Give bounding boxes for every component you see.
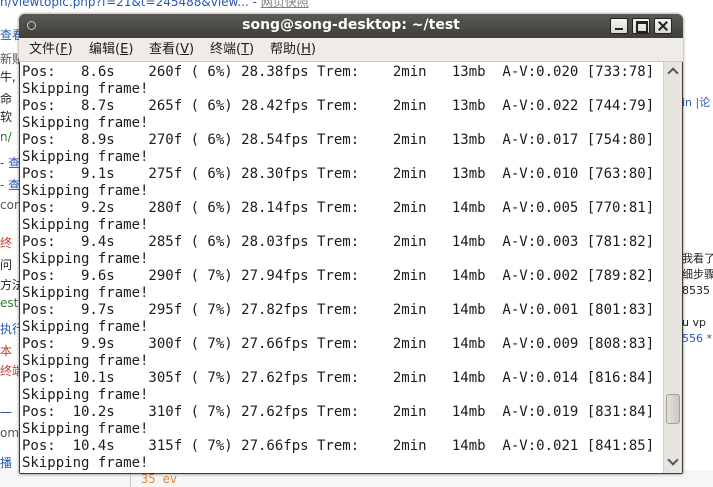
menu-file-label: 文件 (29, 42, 56, 57)
menu-help[interactable]: 帮助(H) (270, 42, 316, 57)
status-line: Pos: 9.1s 275f ( 6%) 28.30fps Trem: 2min… (22, 166, 655, 182)
terminal-output[interactable]: Pos: 8.6s 260f ( 6%) 28.38fps Trem: 2min… (20, 62, 663, 473)
background-left-fragment: 一 (0, 406, 13, 420)
background-url-bar: n/viewtopic.php?f=21&t=245488&view... - … (0, 0, 713, 10)
status-line: Pos: 9.4s 285f ( 6%) 28.03fps Trem: 2min… (22, 234, 655, 250)
status-line: Pos: 9.2s 280f ( 6%) 28.14fps Trem: 2min… (22, 200, 655, 216)
background-right-fragment: 8535 (682, 284, 710, 297)
background-left-fragment: - 查 (0, 178, 21, 192)
background-left-fragment: - 查 (0, 156, 21, 170)
status-line: Pos: 10.1s 305f ( 7%) 27.62fps Trem: 2mi… (22, 370, 655, 386)
background-left-fragment: 播 (0, 456, 13, 470)
background-left-fragment: 本 (0, 344, 13, 358)
scroll-down-arrow-icon[interactable] (667, 454, 679, 466)
skip-message-line: Skipping frame! (22, 251, 149, 267)
background-left-fragment: n/ (0, 130, 12, 144)
menu-edit-label: 编辑 (89, 42, 116, 57)
status-line: Pos: 9.7s 295f ( 7%) 27.82fps Trem: 2min… (22, 302, 655, 318)
status-line: Pos: 8.6s 260f ( 6%) 28.38fps Trem: 2min… (22, 64, 655, 80)
background-left-fragment: 牛, (0, 70, 16, 84)
background-left-fragment: 问 (0, 258, 13, 272)
background-left-fragment: 命 (0, 92, 13, 106)
maximize-button[interactable] (632, 18, 650, 34)
background-left-fragment: om (0, 426, 20, 440)
menu-view-key: V (180, 42, 189, 57)
menu-edit[interactable]: 编辑(E) (89, 42, 133, 57)
title-bar[interactable]: song@song-desktop: ~/test (19, 14, 683, 38)
menu-view-label: 查看 (149, 42, 176, 57)
background-url-separator: - (248, 0, 261, 9)
status-line: Pos: 8.9s 270f ( 6%) 28.54fps Trem: 2min… (22, 132, 655, 148)
skip-message-line: Skipping frame! (22, 353, 149, 369)
window-title: song@song-desktop: ~/test (242, 17, 460, 33)
background-right-fragment: in |论 (682, 96, 711, 109)
skip-message-line: Skipping frame! (22, 387, 149, 403)
status-line: Pos: 10.2s 310f ( 7%) 27.62fps Trem: 2mi… (22, 404, 655, 420)
skip-message-line: Skipping frame! (22, 81, 149, 97)
background-right-fragment: u vp (682, 316, 706, 329)
close-button[interactable] (654, 18, 672, 34)
skip-message-line: Skipping frame! (22, 217, 149, 233)
background-cache-link[interactable]: 网页快照 (261, 0, 309, 9)
vertical-scrollbar[interactable] (663, 62, 682, 473)
background-right-fragment: 556 * (682, 332, 712, 345)
status-line: Pos: 10.4s 315f ( 7%) 27.66fps Trem: 2mi… (22, 438, 655, 454)
background-count: 35 ev (141, 472, 178, 486)
scroll-thumb[interactable] (666, 394, 680, 424)
skip-message-line: Skipping frame! (22, 115, 149, 131)
menu-view[interactable]: 查看(V) (149, 42, 194, 57)
terminal-window: song@song-desktop: ~/test 文件(F) 编辑(E) 查看… (19, 14, 683, 474)
skip-message-line: Skipping frame! (22, 285, 149, 301)
scroll-up-arrow-icon[interactable] (667, 67, 679, 79)
menu-bar: 文件(F) 编辑(E) 查看(V) 终端(T) 帮助(H) (19, 38, 683, 62)
menu-file[interactable]: 文件(F) (29, 42, 73, 57)
background-right-fragment: 我看了 (682, 252, 713, 265)
minimize-button[interactable] (610, 18, 628, 34)
background-url: n/viewtopic.php?f=21&t=245488&view... (0, 0, 249, 9)
skip-message-line: Skipping frame! (22, 183, 149, 199)
skip-message-line: Skipping frame! (22, 421, 149, 437)
status-line: Pos: 8.7s 265f ( 6%) 28.42fps Trem: 2min… (22, 98, 655, 114)
status-line: Pos: 9.6s 290f ( 7%) 27.94fps Trem: 2min… (22, 268, 655, 284)
background-right-column: in |论我看了细步骤 8535 u vp 556 * (682, 14, 713, 487)
menu-terminal-label: 终端 (210, 42, 237, 57)
background-right-fragment: 细步骤 (682, 268, 713, 281)
menu-edit-key: E (120, 42, 129, 57)
background-left-fragment: 终 (0, 236, 13, 250)
skip-message-line: Skipping frame! (22, 149, 149, 165)
menu-file-key: F (60, 42, 68, 57)
menu-terminal-key: T (241, 42, 250, 57)
skip-message-line: Skipping frame! (22, 455, 149, 471)
menu-help-key: H (301, 42, 311, 57)
menu-terminal[interactable]: 终端(T) (210, 42, 254, 57)
menu-help-label: 帮助 (270, 42, 297, 57)
skip-message-line: Skipping frame! (22, 319, 149, 335)
status-line: Pos: 9.9s 300f ( 7%) 27.66fps Trem: 2min… (22, 336, 655, 352)
background-left-fragment: 软 (0, 110, 13, 124)
background-left-fragment: est (0, 296, 19, 310)
